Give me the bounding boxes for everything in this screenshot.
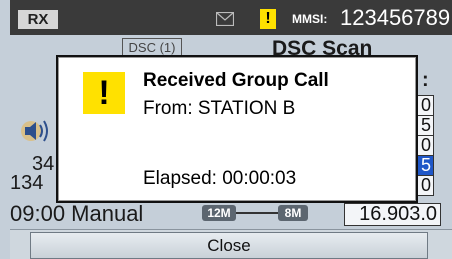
softkey-bar: Close [10, 229, 452, 259]
band-12m-label: 12M [202, 205, 236, 221]
warning-icon: ! [260, 9, 276, 29]
band-indicator: 12M 8M [200, 203, 320, 223]
band-line [236, 212, 278, 214]
channel-row-b: 134 [10, 172, 44, 194]
colon-mark: : [422, 69, 429, 91]
status-bar: RX ! MMSI: 123456789 [10, 0, 452, 35]
time-mode-label: 09:00 Manual [10, 201, 144, 226]
mmsi-label: MMSI: [292, 12, 328, 26]
frequency-value: 16.903.0 [344, 203, 441, 226]
warning-glyph: ! [98, 74, 110, 112]
rx-indicator: RX [18, 10, 58, 29]
envelope-icon [216, 12, 234, 26]
close-button[interactable]: Close [30, 232, 428, 259]
mmsi-value: 123456789 [340, 5, 451, 30]
dialog-title: Received Group Call [143, 70, 329, 91]
warning-icon: ! [83, 72, 125, 114]
received-call-dialog: ! Received Group Call From: STATION B El… [56, 55, 418, 203]
caller-label: From: STATION B [143, 98, 296, 119]
radio-screen: RX ! MMSI: 123456789 DSC (1) DSC Scan : … [0, 0, 452, 259]
band-8m-label: 8M [278, 205, 308, 221]
dialog-body: ! Received Group Call From: STATION B El… [58, 57, 416, 201]
elapsed-time: Elapsed: 00:00:03 [143, 168, 297, 189]
speaker-icon [21, 120, 48, 142]
